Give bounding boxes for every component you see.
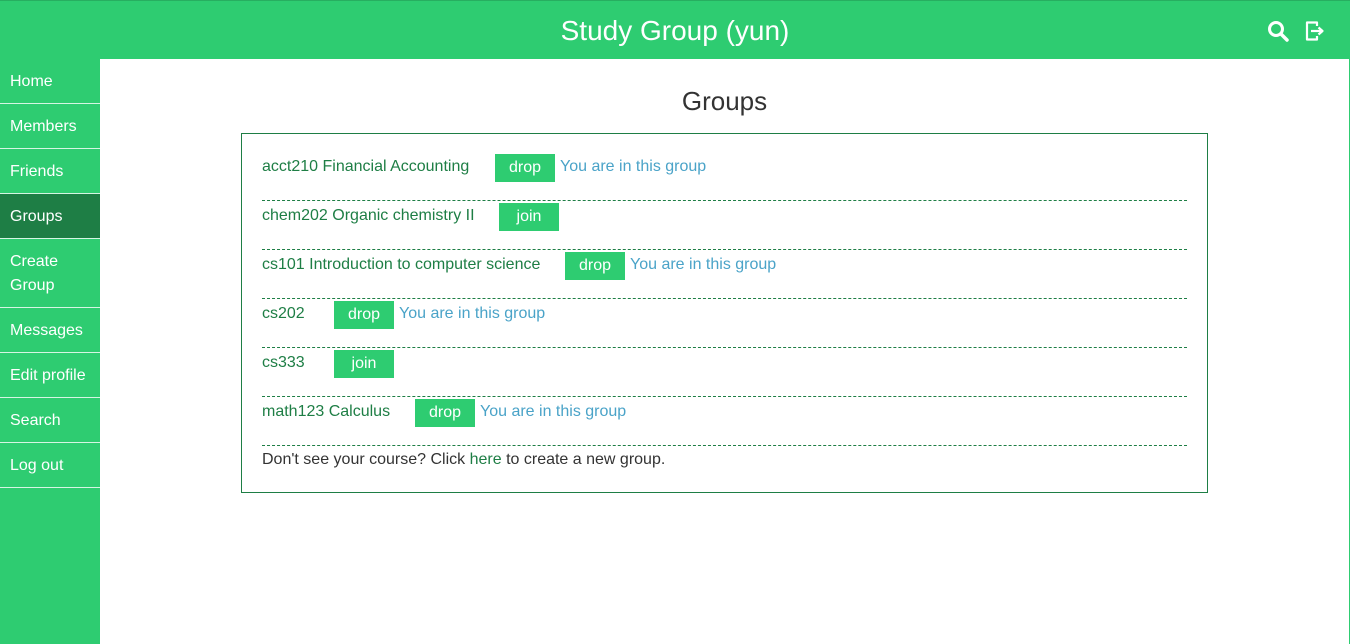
join-button[interactable]: join [499, 203, 559, 231]
group-course-name: math123 Calculus [262, 403, 391, 420]
membership-status: You are in this group [480, 403, 627, 420]
sidebar-item-log-out[interactable]: Log out [0, 443, 100, 488]
sidebar-item-label: Messages [10, 322, 83, 339]
group-row: cs101 Introduction to computer science d… [262, 250, 1187, 299]
page-title: Groups [681, 86, 768, 116]
join-button[interactable]: join [334, 350, 394, 378]
membership-status: You are in this group [560, 158, 707, 175]
top-bar: Study Group (yun) [0, 0, 1350, 59]
logout-icon[interactable] [1302, 19, 1326, 43]
group-row: acct210 Financial Accounting drop You ar… [262, 152, 1187, 201]
sidebar-item-label: Groups [10, 208, 63, 225]
sidebar-item-edit-profile[interactable]: Edit profile [0, 353, 100, 398]
sidebar-item-label: Group [10, 277, 55, 294]
search-icon[interactable] [1266, 19, 1290, 43]
sidebar-item-label: Friends [10, 163, 64, 180]
sidebar-item-search[interactable]: Search [0, 398, 100, 443]
sidebar-item-label: Members [10, 118, 77, 135]
drop-button[interactable]: drop [334, 301, 394, 329]
group-row: cs333 join [262, 348, 1187, 397]
sidebar-item-label: Search [10, 412, 61, 429]
create-group-link[interactable]: here [470, 451, 502, 468]
sidebar-item-messages[interactable]: Messages [0, 308, 100, 353]
group-course-name: chem202 Organic chemistry II [262, 207, 475, 224]
sidebar-item-create-group[interactable]: Create Group [0, 239, 100, 308]
group-course-name: acct210 Financial Accounting [262, 158, 470, 175]
sidebar-item-label: Home [10, 73, 53, 90]
groups-panel: acct210 Financial Accounting drop You ar… [241, 133, 1208, 493]
sidebar-nav: Home Members Friends Groups Create Group… [0, 59, 100, 644]
note-text-after: to create a new group. [501, 451, 666, 468]
sidebar-item-label: Log out [10, 457, 64, 474]
sidebar-item-label: Edit profile [10, 367, 86, 384]
group-row: chem202 Organic chemistry II join [262, 201, 1187, 250]
drop-button[interactable]: drop [495, 154, 555, 182]
sidebar-item-groups[interactable]: Groups [0, 194, 100, 239]
create-group-note: Don't see your course? Click here to cre… [262, 451, 665, 469]
sidebar-item-friends[interactable]: Friends [0, 149, 100, 194]
membership-status: You are in this group [630, 256, 777, 273]
group-course-name: cs333 [262, 354, 305, 371]
note-text-before: Don't see your course? Click [262, 451, 470, 468]
group-row: math123 Calculus drop You are in this gr… [262, 397, 1187, 446]
membership-status: You are in this group [399, 305, 546, 322]
app-title: Study Group (yun) [560, 15, 790, 46]
group-row: cs202 drop You are in this group [262, 299, 1187, 348]
sidebar-item-home[interactable]: Home [0, 59, 100, 104]
group-course-name: cs101 Introduction to computer science [262, 256, 541, 273]
sidebar-item-members[interactable]: Members [0, 104, 100, 149]
drop-button[interactable]: drop [415, 399, 475, 427]
sidebar-item-label: Create [10, 253, 59, 270]
drop-button[interactable]: drop [565, 252, 625, 280]
group-course-name: cs202 [262, 305, 305, 322]
